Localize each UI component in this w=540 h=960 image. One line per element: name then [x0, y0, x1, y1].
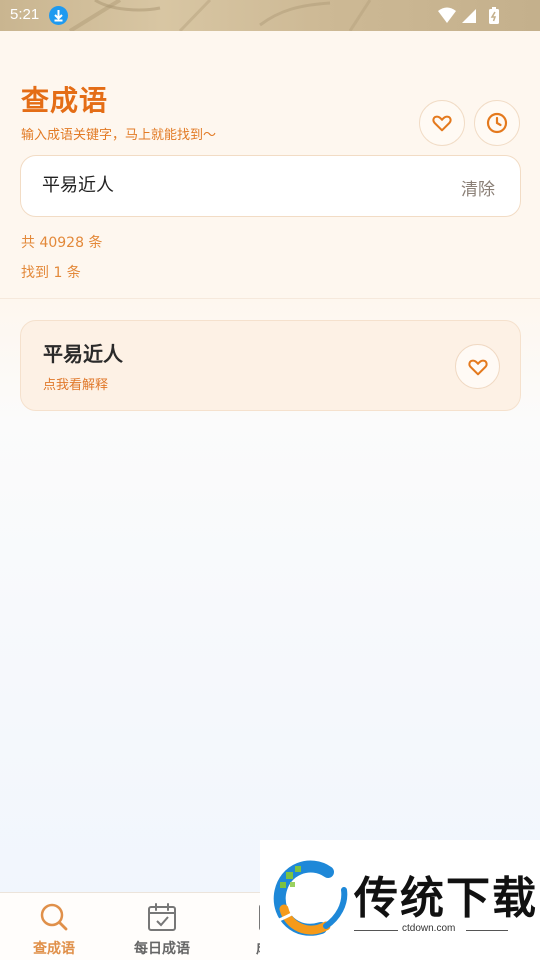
- watermark-url: ctdown.com: [402, 923, 456, 934]
- calendar-icon: [148, 903, 176, 931]
- download-icon: [49, 6, 68, 25]
- result-card[interactable]: 平易近人 点我看解释: [20, 320, 521, 411]
- page-title: 查成语: [21, 84, 109, 117]
- status-icons: [436, 6, 506, 24]
- signal-icon: [462, 9, 476, 23]
- found-count: 找到 1 条: [21, 265, 81, 281]
- tab-label: 每日成语: [134, 941, 190, 957]
- explain-hint: 点我看解释: [43, 378, 109, 393]
- watermark: 传统下载 ctdown.com: [260, 840, 540, 960]
- tab-daily-idiom[interactable]: 每日成语: [108, 893, 216, 960]
- status-bar: 5:21: [0, 0, 540, 31]
- history-button[interactable]: [474, 100, 520, 146]
- watermark-brand: 传统下载: [354, 873, 538, 924]
- clear-button[interactable]: 清除: [461, 175, 495, 200]
- heart-icon: [432, 115, 452, 132]
- idiom-title: 平易近人: [43, 342, 123, 366]
- favorite-button[interactable]: [455, 344, 500, 389]
- watermark-rule: [466, 930, 508, 931]
- heart-icon: [467, 359, 488, 375]
- total-count: 共 40928 条: [21, 235, 103, 251]
- clock: 5:21: [10, 6, 40, 23]
- favorites-button[interactable]: [419, 100, 465, 146]
- page-subtitle: 输入成语关键字，马上就能找到～: [21, 128, 217, 143]
- search-box: 清除: [20, 155, 521, 217]
- watermark-rule: [354, 930, 398, 931]
- wifi-icon: [438, 7, 456, 23]
- tab-search-idiom[interactable]: 查成语: [0, 893, 108, 960]
- divider: [0, 298, 540, 299]
- search-input[interactable]: [42, 173, 422, 194]
- search-icon: [40, 903, 68, 931]
- clock-icon: [486, 112, 508, 134]
- tab-label: 查成语: [33, 941, 75, 957]
- ctdown-logo: [273, 860, 351, 936]
